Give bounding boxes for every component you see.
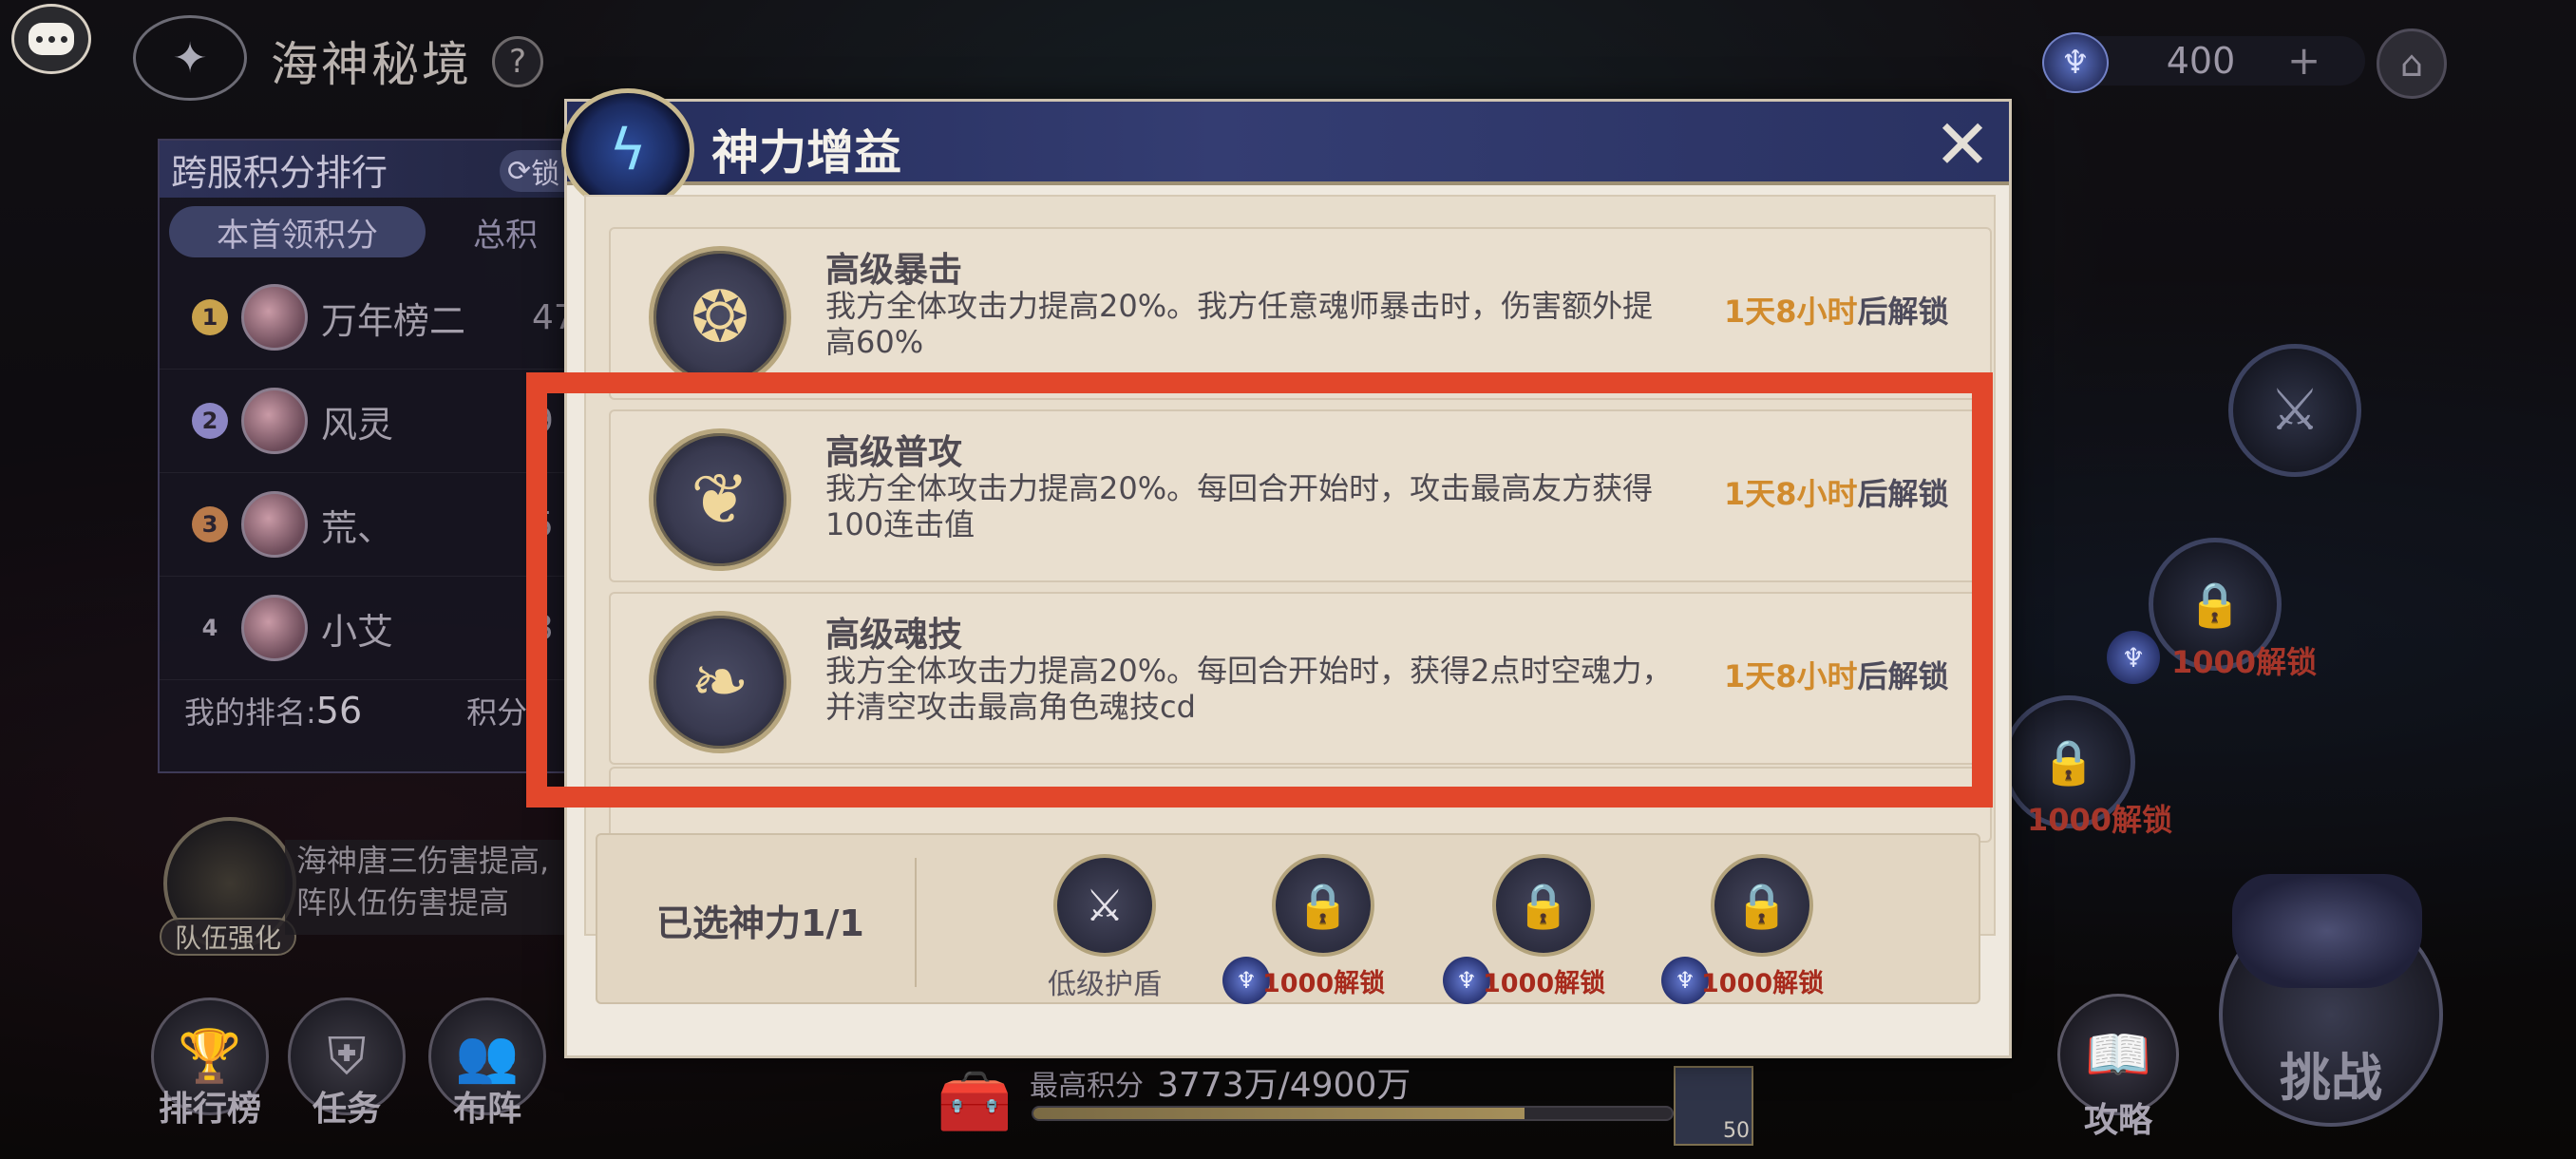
lock-icon: 🔒 bbox=[1734, 879, 1790, 931]
refresh-label: 锁 bbox=[531, 158, 560, 191]
nav-ranking-label: 排行榜 bbox=[158, 1090, 261, 1129]
player-name: 万年榜二 bbox=[321, 299, 466, 342]
buff-description: 我方全体攻击力提高20%。我方任意魂师暴击时，伤害额外提高60% bbox=[825, 288, 1654, 360]
lock-icon: 🔒 bbox=[2041, 735, 2096, 788]
help-icon[interactable]: ? bbox=[492, 36, 543, 87]
buff-name: 高级暴击 bbox=[825, 251, 963, 290]
avatar bbox=[241, 284, 308, 351]
team-buff-description: 海神唐三伤害提高, 阵队伍伤害提高 bbox=[285, 840, 570, 935]
rank-badge: 3 bbox=[192, 506, 228, 542]
dialog-title: 神力增益 bbox=[711, 125, 901, 180]
close-button[interactable]: ✕ bbox=[1929, 110, 1996, 179]
score-progress-bar bbox=[1032, 1106, 1674, 1121]
nav-ranking-button[interactable]: 🏆 排行榜 bbox=[148, 998, 272, 1130]
home-icon: ⌂ bbox=[2399, 43, 2424, 85]
leaderboard-tabs: 本首领积分 总积 bbox=[160, 198, 583, 266]
book-icon: 📖 bbox=[2085, 1024, 2151, 1086]
lock-icon: 🔒 bbox=[1296, 879, 1351, 931]
tab-total-score[interactable]: 总积 bbox=[473, 209, 538, 256]
stage-node-sword[interactable]: ⚔ bbox=[2228, 344, 2361, 477]
close-icon: ✕ bbox=[1933, 104, 1992, 184]
home-button[interactable]: ⌂ bbox=[2377, 28, 2447, 99]
my-rank-row: 我的排名:56 积分 bbox=[160, 680, 583, 741]
currency-value: 400 bbox=[2166, 40, 2236, 82]
slot-label: 低级护盾 bbox=[1048, 968, 1162, 1001]
node-unlock-price: 1000解锁 bbox=[2171, 644, 2318, 680]
player-name: 小艾 bbox=[321, 610, 394, 653]
map-title: 海神秘境 bbox=[271, 37, 472, 92]
rank-badge: 2 bbox=[192, 403, 228, 439]
lock-icon: 🔒 bbox=[1516, 879, 1571, 931]
progress-value: 3773万/4900万 bbox=[1157, 1066, 1411, 1105]
leaderboard-row[interactable]: 3 荒、 5 bbox=[160, 473, 583, 577]
rank-badge: 4 bbox=[201, 615, 218, 641]
buff-unlock-timer: 1天8小时后解锁 bbox=[1724, 288, 1949, 332]
team-buff-desc-line1: 海神唐三伤害提高, bbox=[296, 843, 550, 879]
selected-count-label: 已选神力1/1 bbox=[656, 902, 864, 944]
slot-unlock-price: 1000解锁 bbox=[1262, 969, 1386, 998]
dialog-header: 神力增益 ✕ bbox=[567, 102, 2009, 185]
slot-locked-3[interactable]: 🔒 bbox=[1711, 854, 1813, 957]
team-buff-desc-line2: 阵队伍伤害提高 bbox=[296, 884, 510, 921]
reward-count: 50 bbox=[1723, 1119, 1750, 1143]
tab-boss-score[interactable]: 本首领积分 bbox=[169, 206, 426, 257]
strategy-label: 攻略 bbox=[2083, 1101, 2152, 1140]
slot-unlock-price: 1000解锁 bbox=[1483, 969, 1606, 998]
team-buff-label: 队伍强化 bbox=[160, 918, 296, 956]
selected-power-panel: 已选神力1/1 ⚔ 低级护盾 🔒 ♆ 1000解锁 🔒 ♆ 1000解锁 🔒 ♆… bbox=[596, 833, 1980, 1004]
lock-icon: 🔒 bbox=[2188, 578, 2243, 630]
leaderboard-row[interactable]: 4 小艾 3 bbox=[160, 577, 583, 680]
slot-locked-1[interactable]: 🔒 bbox=[1272, 854, 1374, 957]
leaderboard-panel: 跨服积分排行 ⟳ 锁 本首领积分 总积 1 万年榜二 47 2 风灵 9 3 荒、 5 4 小艾 3 … bbox=[158, 139, 595, 773]
nav-formation-button[interactable]: 👥 布阵 bbox=[426, 998, 549, 1130]
challenge-label: 挑战 bbox=[2280, 1048, 2382, 1108]
slot-locked-2[interactable]: 🔒 bbox=[1492, 854, 1595, 957]
crit-emblem-icon: ❂ bbox=[649, 246, 791, 389]
avatar bbox=[241, 491, 308, 558]
leaderboard-row[interactable]: 1 万年榜二 47 bbox=[160, 266, 583, 370]
my-rank-label: 我的排名: bbox=[184, 694, 316, 731]
avatar bbox=[241, 388, 308, 454]
player-name: 荒、 bbox=[321, 506, 394, 549]
player-name: 风灵 bbox=[321, 403, 394, 446]
slot-unlock-price: 1000解锁 bbox=[1701, 969, 1825, 998]
highlight-box bbox=[526, 372, 1993, 808]
map-emblem-icon: ✦ bbox=[133, 15, 247, 101]
nav-formation-label: 布阵 bbox=[452, 1090, 521, 1129]
trident-gem-icon: ♆ bbox=[2042, 32, 2109, 93]
lightning-emblem-icon: ϟ bbox=[561, 88, 694, 212]
chest-icon[interactable]: 🧰 bbox=[927, 1064, 1022, 1140]
leaderboard-row[interactable]: 2 风灵 9 bbox=[160, 370, 583, 473]
gem-icon: ♆ bbox=[2107, 631, 2160, 684]
score-progress-fill bbox=[1033, 1108, 1525, 1119]
my-rank-value: 56 bbox=[315, 690, 363, 732]
add-currency-button[interactable]: + bbox=[2287, 36, 2320, 86]
divider bbox=[915, 858, 917, 987]
nav-tasks-label: 任务 bbox=[312, 1090, 381, 1129]
avatar bbox=[241, 595, 308, 661]
chat-icon bbox=[28, 23, 74, 55]
progress-label: 最高积分 bbox=[1030, 1070, 1144, 1103]
sword-icon: ⚔ bbox=[2269, 377, 2320, 444]
rank-badge: 1 bbox=[192, 299, 228, 335]
sword-shield-icon: ⚔ bbox=[1085, 880, 1125, 931]
challenge-emblem-icon bbox=[2232, 874, 2422, 988]
slot-selected[interactable]: ⚔ bbox=[1053, 854, 1156, 957]
node-unlock-price: 1000解锁 bbox=[2027, 802, 2173, 838]
refresh-icon: ⟳ bbox=[507, 154, 532, 188]
nav-tasks-button[interactable]: ⛨ 任务 bbox=[285, 998, 408, 1130]
unlock-suffix: 后解锁 bbox=[1857, 294, 1949, 330]
my-points-label: 积分 bbox=[466, 694, 528, 731]
chat-button[interactable] bbox=[11, 4, 91, 74]
unlock-time: 1天8小时 bbox=[1724, 294, 1858, 330]
